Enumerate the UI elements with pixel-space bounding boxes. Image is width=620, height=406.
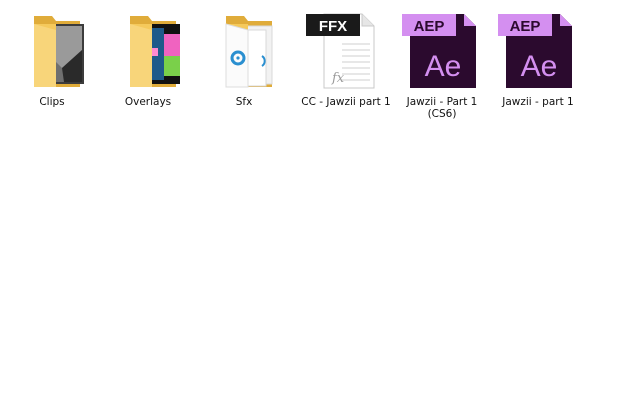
ffx-file-icon: FFX fx [298, 10, 394, 94]
folder-label: Sfx [235, 96, 253, 108]
aep-file-icon: AEP Ae [490, 10, 586, 94]
file-item-aep[interactable]: AEP Ae Jawzii - part 1 [490, 10, 586, 126]
folder-item-overlays[interactable]: Overlays [100, 10, 196, 126]
file-label: Jawzii - part 1 [502, 96, 574, 108]
folder-video-icon [4, 10, 100, 94]
file-label-line1: Jawzii - Part 1 [406, 96, 478, 108]
folder-label: Clips [39, 96, 65, 108]
fx-glyph: fx [331, 71, 345, 86]
folder-item-clips[interactable]: Clips [4, 10, 100, 126]
folder-label: Overlays [124, 96, 172, 108]
aep-badge-text: AEP [510, 18, 541, 35]
file-item-aep-cs6[interactable]: AEP Ae Jawzii - Part 1 (CS6) [394, 10, 490, 126]
aep-badge-text: AEP [414, 18, 445, 35]
ffx-badge-text: FFX [319, 18, 347, 35]
ae-glyph: Ae [521, 50, 558, 83]
ae-glyph: Ae [425, 50, 462, 83]
file-explorer-view: Clips Overlays Sfx FFX fx CC - Jawzii pa… [0, 0, 620, 406]
file-label-line2: (CS6) [427, 108, 457, 120]
folder-video-icon [100, 10, 196, 94]
folder-audio-icon [196, 10, 292, 94]
file-item-ffx[interactable]: FFX fx CC - Jawzii part 1 [298, 10, 394, 126]
aep-file-icon: AEP Ae [394, 10, 490, 94]
folder-item-sfx[interactable]: Sfx [196, 10, 292, 126]
file-label: CC - Jawzii part 1 [301, 96, 391, 108]
file-label: Jawzii - Part 1 (CS6) [394, 96, 490, 120]
